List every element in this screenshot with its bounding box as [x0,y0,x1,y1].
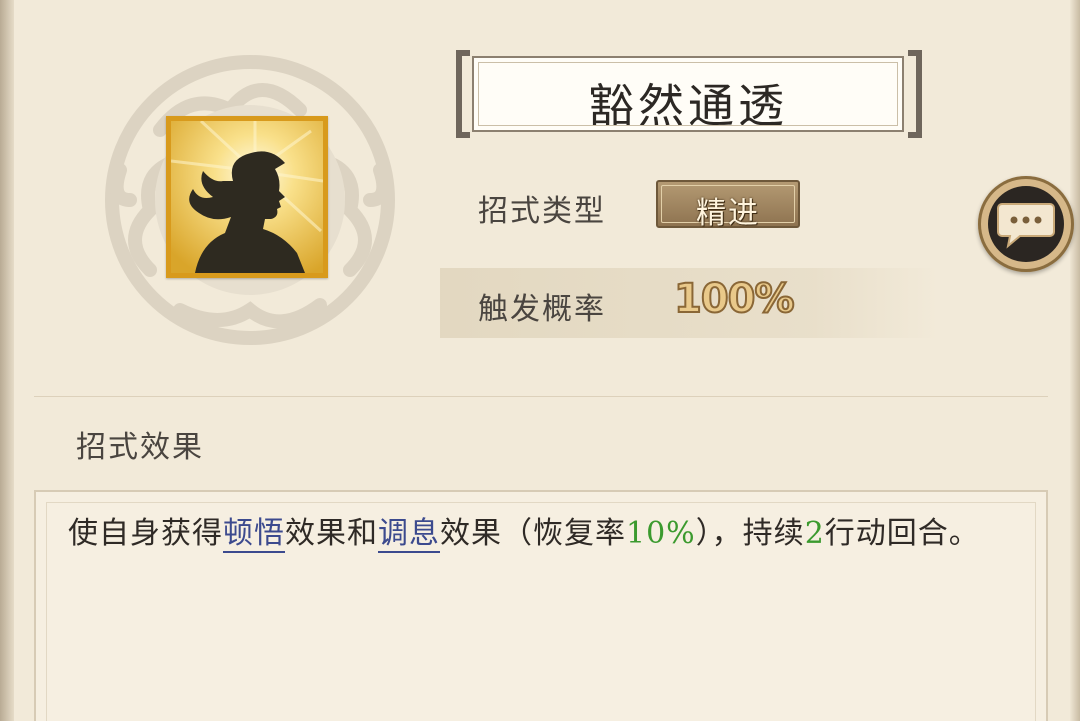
page-right-border [1070,0,1080,721]
effect-text-2: 效果和 [285,516,378,551]
chat-button[interactable] [978,176,1074,272]
effect-text-5: 行动回合。 [824,516,980,551]
speech-bubble-icon [997,203,1055,249]
effect-text-4: ），持续 [695,516,805,551]
title-frame: 豁然通透 [472,56,904,133]
keyword-link-dunwu[interactable]: 顿悟 [223,516,285,553]
duration-turns: 2 [804,516,825,551]
probability-label: 触发概率 [478,292,606,327]
silhouette-enlightenment-icon [171,121,323,273]
right-bracket [908,50,922,138]
skill-type-badge: 精进 [656,180,800,231]
skill-type-value: 精进 [696,196,760,231]
keyword-link-tiaoxi[interactable]: 调息 [378,516,440,553]
skill-name: 豁然通透 [588,79,788,133]
effect-description: 使自身获得顿悟效果和调息效果（恢复率10%），持续2行动回合。 [68,512,1028,556]
effect-text-3: 效果（恢复率 [440,516,626,551]
skill-type-label: 招式类型 [478,194,606,229]
effect-text-1: 使自身获得 [68,516,223,551]
skill-icon[interactable] [166,116,328,278]
skill-title-plaque: 豁然通透 [456,50,922,140]
effect-section-title: 招式效果 [76,430,204,465]
section-divider [34,396,1048,397]
effect-description-box: 使自身获得顿悟效果和调息效果（恢复率10%），持续2行动回合。 [34,490,1048,721]
left-bracket [456,50,470,138]
recovery-rate: 10% [626,516,696,551]
probability-value: 100% [673,275,796,323]
page-left-border [0,0,14,721]
